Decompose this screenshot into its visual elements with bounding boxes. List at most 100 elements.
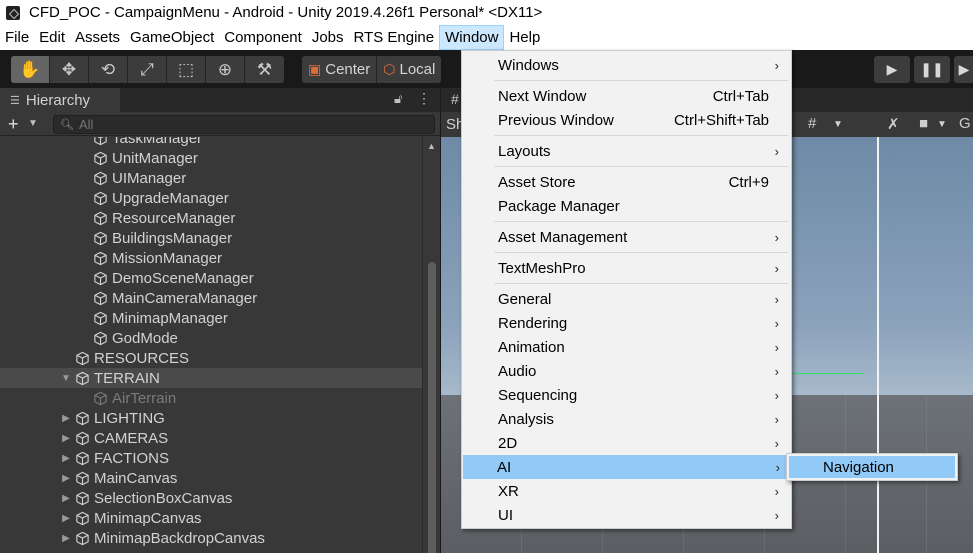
- menu-item-asset-store[interactable]: Asset Store Ctrl+9: [464, 170, 791, 194]
- rect-tool-icon[interactable]: ⬚: [167, 56, 206, 83]
- chevron-down-icon[interactable]: ▼: [833, 119, 843, 130]
- hierarchy-item-taskmanager[interactable]: TaskManager: [0, 137, 422, 148]
- hierarchy-item-minimapcanvas[interactable]: ▶ MinimapCanvas: [0, 508, 422, 528]
- tab-hierarchy[interactable]: ☰ Hierarchy: [0, 88, 120, 112]
- menu-item-previous-window[interactable]: Previous Window Ctrl+Shift+Tab: [464, 108, 791, 132]
- lock-icon[interactable]: 🔓︎: [394, 91, 402, 107]
- chevron-right-icon: ›: [774, 411, 779, 427]
- menu-assets[interactable]: Assets: [70, 25, 125, 50]
- menu-component[interactable]: Component: [219, 25, 307, 50]
- menu-separator: [494, 80, 788, 81]
- hierarchy-item-airterrain[interactable]: AirTerrain: [0, 388, 422, 408]
- gameobject-icon: [93, 191, 108, 206]
- menu-file[interactable]: File: [0, 25, 34, 50]
- pivot-local-button[interactable]: ⬡ Local: [377, 56, 441, 83]
- pause-icon[interactable]: ❚❚: [914, 56, 950, 83]
- hierarchy-item-minimapbackdropcanvas[interactable]: ▶ MinimapBackdropCanvas: [0, 528, 422, 548]
- hierarchy-item-resources[interactable]: RESOURCES: [0, 348, 422, 368]
- hierarchy-item-missionmanager[interactable]: MissionManager: [0, 248, 422, 268]
- pivot-center-button[interactable]: ▣ Center: [302, 56, 378, 83]
- hierarchy-item-selectionboxcanvas[interactable]: ▶ SelectionBoxCanvas: [0, 488, 422, 508]
- play-icon[interactable]: ▶: [874, 56, 910, 83]
- menu-item-animation[interactable]: Animation ›: [464, 335, 791, 359]
- hierarchy-item-lighting[interactable]: ▶ LIGHTING: [0, 408, 422, 428]
- scroll-up-icon[interactable]: ▲: [427, 141, 436, 151]
- menu-help[interactable]: Help: [504, 25, 545, 50]
- hierarchy-item-demoscenemanager[interactable]: DemoSceneManager: [0, 268, 422, 288]
- hierarchy-item-maincameramanager[interactable]: MainCameraManager: [0, 288, 422, 308]
- hierarchy-item-buildingsmanager[interactable]: BuildingsManager: [0, 228, 422, 248]
- expand-right-icon[interactable]: ▶: [60, 433, 72, 444]
- menu-item-sequencing[interactable]: Sequencing ›: [464, 383, 791, 407]
- more-options-icon[interactable]: ⋮: [417, 90, 431, 107]
- menu-item-label: Windows: [498, 56, 559, 74]
- gameobject-icon: [93, 331, 108, 346]
- hierarchy-item-unitmanager[interactable]: UnitManager: [0, 148, 422, 168]
- grid-snap-icon[interactable]: #: [808, 115, 816, 132]
- transform-tool-icon[interactable]: ⊕: [206, 56, 245, 83]
- hierarchy-item-cameras[interactable]: ▶ CAMERAS: [0, 428, 422, 448]
- scale-tool-icon[interactable]: ⤢: [128, 56, 167, 83]
- hierarchy-item-godmode[interactable]: GodMode: [0, 328, 422, 348]
- menu-item-layouts[interactable]: Layouts ›: [464, 139, 791, 163]
- hierarchy-item-upgrademanager[interactable]: UpgradeManager: [0, 188, 422, 208]
- add-icon[interactable]: +: [8, 114, 19, 135]
- gameobject-icon: [75, 351, 90, 366]
- expand-right-icon[interactable]: ▶: [60, 473, 72, 484]
- chevron-down-icon[interactable]: ▼: [937, 119, 947, 130]
- menu-item-asset-management[interactable]: Asset Management ›: [464, 225, 791, 249]
- menu-window[interactable]: Window: [439, 25, 505, 50]
- camera-icon[interactable]: ■: [919, 115, 928, 132]
- search-placeholder: All: [78, 117, 94, 132]
- pivot-local-label: Local: [399, 61, 436, 78]
- hierarchy-item-factions[interactable]: ▶ FACTIONS: [0, 448, 422, 468]
- expand-right-icon[interactable]: ▶: [60, 513, 72, 524]
- menu-item-textmeshpro[interactable]: TextMeshPro ›: [464, 256, 791, 280]
- menu-gameobject[interactable]: GameObject: [125, 25, 219, 50]
- hierarchy-item-resourcemanager[interactable]: ResourceManager: [0, 208, 422, 228]
- menu-item-label: Previous Window: [498, 111, 614, 129]
- gizmos-partial[interactable]: G: [959, 115, 971, 132]
- step-icon[interactable]: ▶: [954, 56, 973, 83]
- expand-down-icon[interactable]: ▼: [60, 373, 72, 384]
- hand-tool-icon[interactable]: ✋: [11, 56, 50, 83]
- menu-item-audio[interactable]: Audio ›: [464, 359, 791, 383]
- menu-item-next-window[interactable]: Next Window Ctrl+Tab: [464, 84, 791, 108]
- scrollbar-thumb[interactable]: [428, 262, 436, 553]
- menu-item-navigation[interactable]: Navigation: [789, 456, 955, 478]
- menu-item-general[interactable]: General ›: [464, 287, 791, 311]
- menu-item-rendering[interactable]: Rendering ›: [464, 311, 791, 335]
- hierarchy-item-minimapmanager[interactable]: MinimapManager: [0, 308, 422, 328]
- hierarchy-search-input[interactable]: 🔍︎ All: [53, 115, 435, 134]
- tools-icon[interactable]: ✗: [887, 115, 900, 133]
- move-tool-icon[interactable]: ✥: [50, 56, 89, 83]
- menu-jobs[interactable]: Jobs: [307, 25, 349, 50]
- custom-tool-icon[interactable]: ⚒: [245, 56, 284, 83]
- chevron-right-icon: ›: [774, 260, 779, 276]
- menu-rts-engine[interactable]: RTS Engine: [349, 25, 440, 50]
- menu-edit[interactable]: Edit: [34, 25, 70, 50]
- chevron-down-icon[interactable]: ▼: [28, 118, 38, 129]
- hierarchy-item-uimanager[interactable]: UIManager: [0, 168, 422, 188]
- scene-tab-partial[interactable]: #: [451, 91, 459, 107]
- menu-item-windows[interactable]: Windows ›: [464, 53, 791, 77]
- rotate-tool-icon[interactable]: ⟲: [89, 56, 128, 83]
- expand-right-icon[interactable]: ▶: [60, 533, 72, 544]
- menu-item-2d[interactable]: 2D ›: [464, 431, 791, 455]
- hierarchy-item-terrain[interactable]: ▼ TERRAIN: [0, 368, 422, 388]
- gameobject-icon: [75, 451, 90, 466]
- hierarchy-scrollbar[interactable]: ▲: [422, 137, 440, 553]
- pivot-center-label: Center: [325, 61, 371, 78]
- menu-item-package-manager[interactable]: Package Manager: [464, 194, 791, 218]
- menu-item-analysis[interactable]: Analysis ›: [464, 407, 791, 431]
- chevron-right-icon: ›: [774, 143, 779, 159]
- menu-item-ui[interactable]: UI ›: [464, 503, 791, 527]
- menu-bar: File Edit Assets GameObject Component Jobs RTS…: [0, 25, 973, 50]
- menu-item-xr[interactable]: XR ›: [464, 479, 791, 503]
- menu-item-label: Package Manager: [498, 197, 620, 215]
- expand-right-icon[interactable]: ▶: [60, 413, 72, 424]
- expand-right-icon[interactable]: ▶: [60, 453, 72, 464]
- expand-right-icon[interactable]: ▶: [60, 493, 72, 504]
- hierarchy-item-maincanvas[interactable]: ▶ MainCanvas: [0, 468, 422, 488]
- menu-item-ai[interactable]: AI ›: [463, 455, 792, 479]
